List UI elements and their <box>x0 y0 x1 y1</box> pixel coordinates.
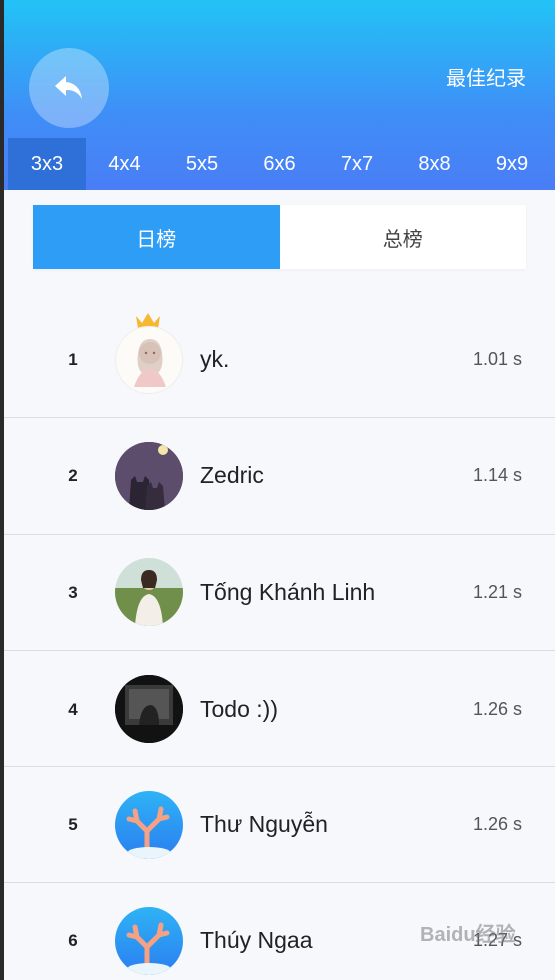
tab-8x8[interactable]: 8x8 <box>396 138 473 190</box>
tab-3x3[interactable]: 3x3 <box>8 138 86 190</box>
player-name: Thúy Ngaa <box>200 927 313 953</box>
daily-rank-tab[interactable]: 日榜 <box>33 205 280 269</box>
record-time: 1.21 s <box>472 582 522 602</box>
best-record-link[interactable]: 最佳纪录 <box>446 62 526 91</box>
rank-number: 1 <box>68 350 78 369</box>
rank-number: 4 <box>68 700 78 719</box>
avatar <box>115 442 183 510</box>
player-name: yk. <box>200 346 230 372</box>
back-button[interactable] <box>29 48 109 128</box>
record-time: 1.26 s <box>472 814 522 834</box>
avatar <box>115 675 183 743</box>
rank-number: 3 <box>68 583 78 602</box>
rank-number: 6 <box>68 931 78 950</box>
player-name: Todo :)) <box>200 696 278 722</box>
list-item[interactable]: 4 Todo :)) 1.26 s <box>0 651 551 767</box>
tab-9x9[interactable]: 9x9 <box>473 138 551 190</box>
avatar <box>115 791 183 859</box>
total-rank-tab[interactable]: 总榜 <box>280 205 527 269</box>
size-tabs: 3x3 4x4 5x5 6x6 7x7 8x8 9x9 <box>4 138 555 190</box>
player-name: Zedric <box>200 462 264 488</box>
record-time: 1.14 s <box>472 465 522 485</box>
avatar <box>115 326 183 394</box>
avatar <box>115 907 183 975</box>
tab-4x4[interactable]: 4x4 <box>86 138 163 190</box>
list-item[interactable]: 3 Tống Khánh Linh 1.21 s <box>0 535 551 651</box>
header: 最佳纪录 3x3 4x4 5x5 6x6 7x7 8x8 9x9 <box>4 0 555 190</box>
rank-number: 2 <box>68 466 78 485</box>
tab-7x7[interactable]: 7x7 <box>318 138 396 190</box>
back-arrow-icon <box>55 76 82 99</box>
tab-5x5[interactable]: 5x5 <box>163 138 241 190</box>
rank-number: 5 <box>68 815 78 834</box>
tab-6x6[interactable]: 6x6 <box>241 138 318 190</box>
record-time: 1.26 s <box>472 699 522 719</box>
left-edge-bar <box>0 0 4 980</box>
watermark: Baidu经验 <box>420 924 516 946</box>
player-name: Tống Khánh Linh <box>200 579 376 605</box>
player-name: Thư Nguyễn <box>200 811 328 837</box>
list-item[interactable]: 1 yk. 1.01 s <box>0 300 551 416</box>
rank-toggle: 日榜 总榜 <box>33 205 526 269</box>
avatar <box>115 558 183 626</box>
list-item[interactable]: 2 Zedric 1.14 s <box>0 418 551 534</box>
list-item[interactable]: 5 Thư Nguyễn 1.26 s <box>0 767 551 883</box>
record-time: 1.01 s <box>472 349 522 369</box>
